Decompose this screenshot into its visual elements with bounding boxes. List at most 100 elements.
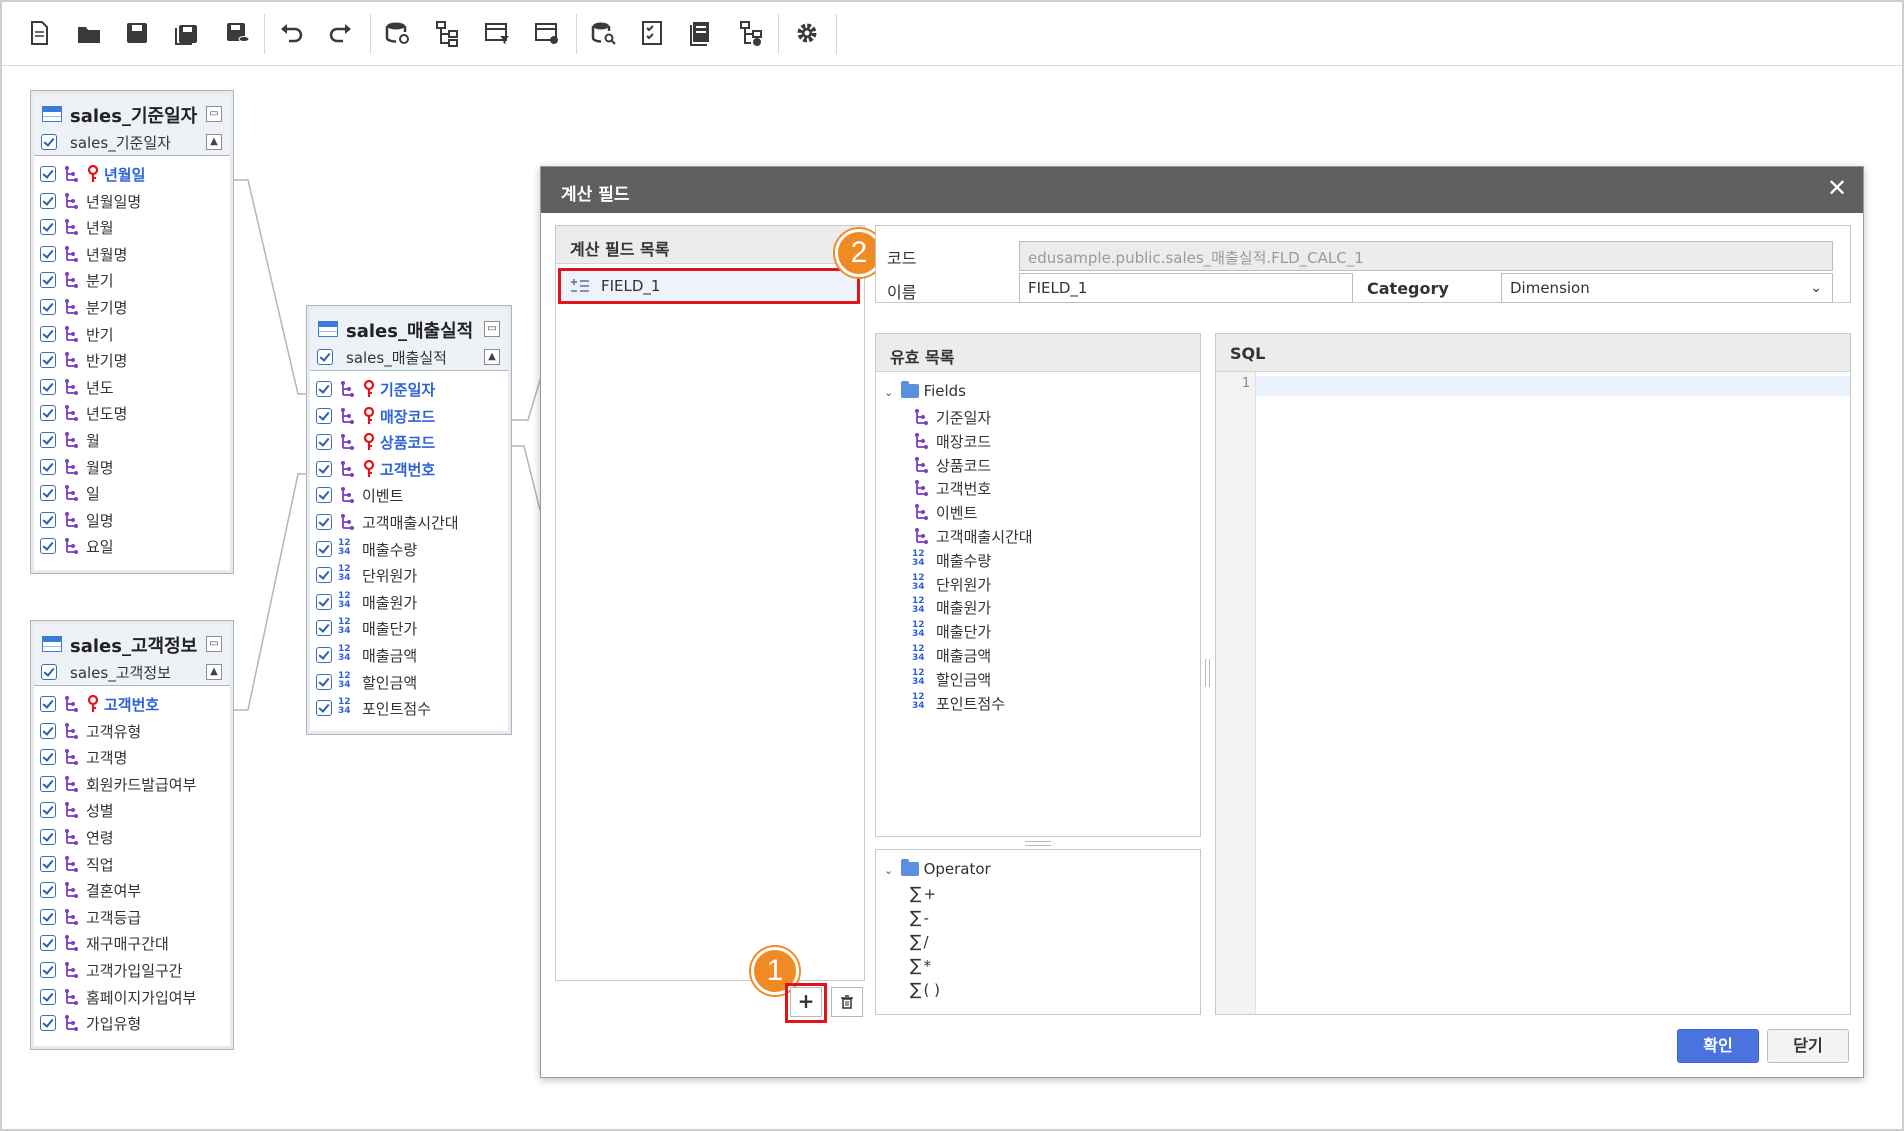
field-checkbox[interactable] [40, 722, 56, 739]
field-row[interactable]: 분기 [34, 269, 230, 291]
chevron-up-icon[interactable]: ▲ [206, 664, 222, 680]
field-row[interactable]: 고객가입일구간 [34, 959, 230, 981]
field-checkbox[interactable] [40, 485, 56, 502]
table-settings-button[interactable] [530, 16, 564, 50]
field-checkbox[interactable] [40, 378, 56, 395]
field-row[interactable]: 년도명 [34, 402, 230, 424]
field-checkbox[interactable] [40, 749, 56, 766]
add-button[interactable]: + [790, 987, 822, 1017]
field-checkbox[interactable] [40, 405, 56, 422]
field-row[interactable]: 요일 [34, 535, 230, 557]
field-row[interactable]: 고객유형 [34, 720, 230, 742]
field-row[interactable]: 일명 [34, 509, 230, 531]
valid-field-item[interactable]: 고객매출시간대 [912, 525, 1172, 547]
field-checkbox[interactable] [40, 696, 56, 712]
chevron-up-icon[interactable]: ▲ [206, 134, 222, 150]
operator-item[interactable]: ∑ * [910, 956, 931, 978]
field-row[interactable]: 고객번호 [310, 458, 508, 480]
field-checkbox[interactable] [40, 855, 56, 872]
field-checkbox[interactable] [316, 460, 332, 477]
tree-folder-operator[interactable]: ⌄ Operator [884, 859, 991, 882]
database-link-button[interactable] [380, 16, 414, 50]
field-checkbox[interactable] [40, 935, 56, 952]
table-filter-button[interactable] [480, 16, 514, 50]
entity-checkbox[interactable] [41, 664, 57, 680]
field-checkbox[interactable] [40, 829, 56, 845]
save-button[interactable] [120, 16, 154, 50]
valid-field-item[interactable]: 이벤트 [912, 501, 1172, 523]
field-checkbox[interactable] [40, 511, 56, 528]
entity-customer[interactable]: sales_고객정보 ▭ sales_고객정보 ▲ 고객번호 고객유형 고객명 회원카… [30, 620, 234, 1050]
valid-field-item[interactable]: 12 34 할인금액 [912, 668, 1172, 690]
tree-folder-fields[interactable]: ⌄ Fields [884, 381, 966, 404]
chevron-up-icon[interactable]: ▲ [484, 349, 500, 365]
field-row[interactable]: 월명 [34, 456, 230, 478]
valid-field-item[interactable]: 고객번호 [912, 477, 1172, 499]
save-database-button[interactable] [220, 16, 254, 50]
field-row[interactable]: 재구매구간대 [34, 932, 230, 954]
field-row[interactable]: 12 34 할인금액 [310, 671, 508, 693]
valid-field-item[interactable]: 12 34 매출원가 [912, 596, 1172, 618]
field-row[interactable]: 결혼여부 [34, 879, 230, 901]
collapse-icon[interactable]: ▭ [206, 106, 222, 122]
field-checkbox[interactable] [40, 166, 56, 182]
splitter-handle[interactable] [1025, 841, 1051, 846]
field-checkbox[interactable] [40, 988, 56, 1005]
redo-button[interactable] [324, 16, 358, 50]
document-button[interactable] [684, 16, 718, 50]
field-row[interactable]: 매장코드 [310, 405, 508, 427]
field-row[interactable]: 고객매출시간대 [310, 511, 508, 533]
field-checkbox[interactable] [316, 381, 332, 397]
calc-field-item[interactable]: FIELD_1 [558, 268, 860, 304]
field-checkbox[interactable] [40, 352, 56, 369]
valid-field-item[interactable]: 12 34 매출금액 [912, 644, 1172, 666]
field-row[interactable]: 일 [34, 482, 230, 504]
splitter-handle-vertical[interactable] [1205, 659, 1210, 687]
valid-field-item[interactable]: 12 34 포인트점수 [912, 692, 1172, 714]
field-checkbox[interactable] [40, 325, 56, 342]
new-button[interactable] [22, 16, 56, 50]
field-checkbox[interactable] [40, 192, 56, 209]
name-field[interactable]: FIELD_1 [1019, 273, 1353, 303]
field-checkbox[interactable] [40, 802, 56, 819]
entity-checkbox[interactable] [317, 349, 333, 365]
field-checkbox[interactable] [40, 458, 56, 475]
field-row[interactable]: 회원카드발급여부 [34, 773, 230, 795]
delete-button[interactable] [831, 987, 863, 1017]
field-checkbox[interactable] [40, 272, 56, 289]
field-checkbox[interactable] [40, 432, 56, 448]
field-row[interactable]: 년월 [34, 216, 230, 238]
field-row[interactable]: 12 34 단위원가 [310, 564, 508, 586]
field-row[interactable]: 12 34 포인트점수 [310, 697, 508, 719]
field-checkbox[interactable] [40, 882, 56, 899]
close-button[interactable]: 닫기 [1767, 1029, 1849, 1063]
field-row[interactable]: 고객번호 [34, 693, 230, 715]
sql-editor-line[interactable] [1256, 376, 1850, 396]
open-folder-button[interactable] [72, 16, 106, 50]
field-row[interactable]: 가입유형 [34, 1012, 230, 1034]
field-checkbox[interactable] [40, 299, 56, 315]
save-as-button[interactable] [170, 16, 204, 50]
undo-button[interactable] [274, 16, 308, 50]
field-row[interactable]: 년월일 [34, 163, 230, 185]
field-row[interactable]: 분기명 [34, 296, 230, 318]
field-row[interactable]: 12 34 매출금액 [310, 644, 508, 666]
operator-item[interactable]: ∑ - [910, 908, 929, 930]
field-row[interactable]: 12 34 매출원가 [310, 591, 508, 613]
entity-sales[interactable]: sales_매출실적 ▭ sales_매출실적 ▲ 기준일자 매장코드 상품코드 고객… [306, 305, 512, 735]
valid-field-item[interactable]: 12 34 매출수량 [912, 549, 1172, 571]
entity-checkbox[interactable] [41, 134, 57, 150]
field-row[interactable]: 월 [34, 429, 230, 451]
field-checkbox[interactable] [40, 908, 56, 925]
hierarchy-settings-button[interactable] [734, 16, 768, 50]
field-checkbox[interactable] [40, 775, 56, 792]
operator-item[interactable]: ∑ + [910, 884, 936, 906]
field-row[interactable]: 이벤트 [310, 484, 508, 506]
field-row[interactable]: 반기명 [34, 349, 230, 371]
field-checkbox[interactable] [316, 514, 332, 530]
field-row[interactable]: 고객등급 [34, 906, 230, 928]
field-row[interactable]: 년월명 [34, 243, 230, 265]
operator-item[interactable]: ∑( ) [910, 980, 940, 1002]
field-row[interactable]: 고객명 [34, 746, 230, 768]
field-checkbox[interactable] [316, 700, 332, 717]
